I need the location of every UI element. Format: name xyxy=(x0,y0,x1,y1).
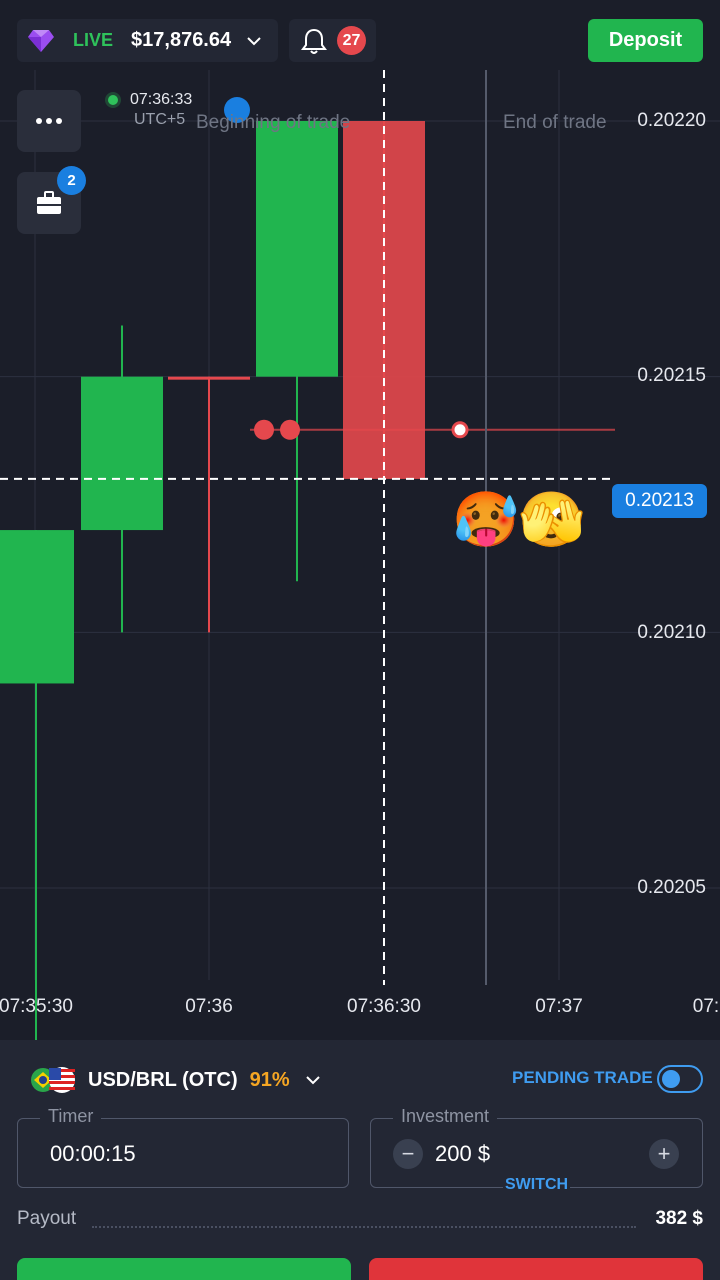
asset-selector[interactable]: USD/BRL (OTC) 91% xyxy=(30,1066,322,1094)
server-clock: 07:36:33 UTC+5 xyxy=(108,90,192,130)
trade-marker xyxy=(280,419,300,440)
notifications-badge: 27 xyxy=(337,26,366,55)
usd-brl-flags-icon xyxy=(31,1067,75,1093)
switch-button[interactable]: SWITCH xyxy=(503,1176,571,1194)
open-trades-badge: 2 xyxy=(57,166,86,195)
timer-label: Timer xyxy=(40,1106,102,1127)
time-tick: 07: xyxy=(692,996,720,1017)
peeking-face-emoji: 🫣 xyxy=(518,490,586,550)
time-tick: 07:36:30 xyxy=(347,996,421,1017)
pending-trade-label: PENDING TRADE xyxy=(512,1068,653,1087)
pending-trade-toggle[interactable] xyxy=(657,1065,703,1093)
hot-face-emoji: 🥵 xyxy=(452,490,520,550)
time-tick: 07:35:30 xyxy=(0,996,73,1017)
bell-icon xyxy=(301,28,327,54)
increase-investment-button[interactable]: + xyxy=(649,1139,679,1169)
status-dot xyxy=(108,94,118,105)
current-price-badge: 0.20213 xyxy=(612,484,707,518)
notifications-button[interactable]: 27 xyxy=(289,19,376,62)
asset-name: USD/BRL (OTC) xyxy=(88,1068,238,1091)
candlestick-chart xyxy=(0,70,720,1040)
trade-panel: USD/BRL (OTC) 91% PENDING TRADE Timer 00… xyxy=(0,1040,720,1280)
account-selector[interactable]: LIVE $17,876.64 xyxy=(17,19,278,62)
investment-label: Investment xyxy=(393,1106,498,1127)
price-tick: 0.20205 xyxy=(637,877,706,898)
end-of-trade-label: End of trade xyxy=(503,112,607,133)
candle-body xyxy=(81,376,163,531)
deposit-button[interactable]: Deposit xyxy=(588,19,703,62)
down-button[interactable] xyxy=(369,1258,703,1280)
time-tick: 07:36 xyxy=(185,996,233,1017)
briefcase-icon xyxy=(37,191,61,214)
price-tick: 0.20220 xyxy=(637,110,706,131)
chevron-down-icon xyxy=(247,36,261,45)
price-chart[interactable]: 2 07:36:33 UTC+5 Beginning of trade End … xyxy=(0,70,720,1040)
time-tick: 07:37 xyxy=(535,996,583,1017)
balance: $17,876.64 xyxy=(131,29,232,51)
payout-percent: 91% xyxy=(249,1068,290,1091)
trade-marker xyxy=(254,419,274,440)
investment-value: 200 $ xyxy=(435,1141,491,1166)
account-type: LIVE xyxy=(73,30,114,50)
clock-timezone: UTC+5 xyxy=(134,111,186,128)
timer-field[interactable]: Timer 00:00:15 xyxy=(17,1106,349,1188)
diamond-icon xyxy=(28,29,54,52)
candle-body xyxy=(168,376,250,380)
candle-body xyxy=(0,530,74,684)
price-tick: 0.20210 xyxy=(637,622,706,643)
candle-body xyxy=(256,121,338,377)
payout-value: 382 $ xyxy=(655,1208,703,1229)
clock-time: 07:36:33 xyxy=(130,91,193,108)
up-button[interactable] xyxy=(17,1258,351,1280)
toggle-knob xyxy=(662,1070,680,1088)
decrease-investment-button[interactable]: − xyxy=(393,1139,423,1169)
payout-label: Payout xyxy=(17,1208,77,1229)
payout-divider xyxy=(92,1226,636,1228)
price-tick: 0.20215 xyxy=(637,365,706,386)
chevron-down-icon xyxy=(305,1076,320,1085)
menu-button[interactable] xyxy=(17,90,81,152)
trade-end-marker xyxy=(451,421,469,439)
timer-value: 00:00:15 xyxy=(50,1141,136,1166)
more-dots-icon xyxy=(36,118,62,124)
beginning-of-trade-label: Beginning of trade xyxy=(196,112,351,133)
